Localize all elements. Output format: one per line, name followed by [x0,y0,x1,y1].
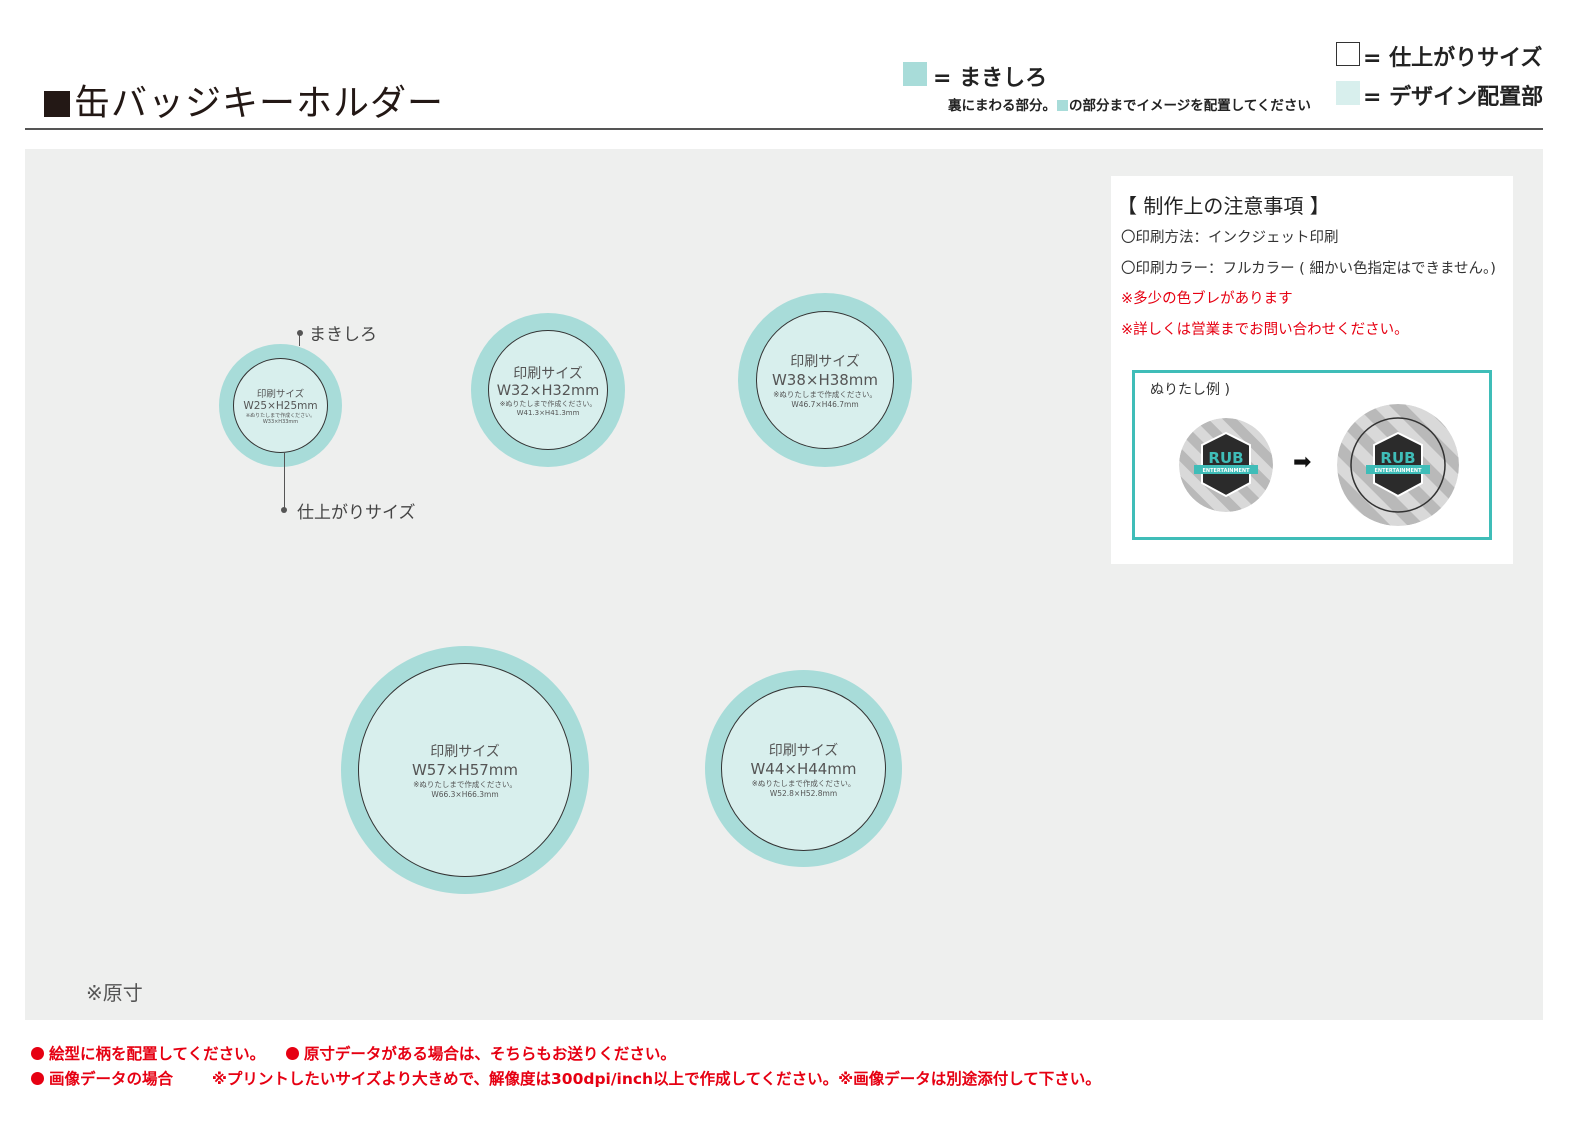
example-badge-before: RUB ENTERTAINMENT [1179,418,1273,512]
badge-25mm-size: W25×H25mm [243,400,318,412]
makishiro-swatch [903,62,927,86]
badge-32mm-note: ※ぬりたしまで作成ください。 [499,400,597,408]
bleed-example-label: ぬりたし例 ) [1150,382,1230,398]
badge-38mm-makishiro: 印刷サイズ W38×H38mm ※ぬりたしまで作成ください。 W46.7×H46… [738,293,912,467]
page-title: 缶バッジキーホルダー [44,74,444,126]
badge-38mm-label: 印刷サイズ [790,354,860,370]
footer-line-2: 画像データの場合 ※プリントしたいサイズより大きめで、解像度は300dpi/in… [31,1067,1101,1089]
badge-57mm-label: 印刷サイズ [430,744,500,760]
page-title-text: 缶バッジキーホルダー [74,83,445,124]
badge-44mm-bleed: W52.8×H52.8mm [769,788,838,798]
notes-warning-contact-sales: ※詳しくは営業までお問い合わせください。 [1121,322,1409,338]
original-size-note: ※原寸 [86,981,143,1005]
badge-32mm-finish-area: 印刷サイズ W32×H32mm ※ぬりたしまで作成ください。 W41.3×H41… [488,330,608,450]
notes-print-method: 〇印刷方法：インクジェット印刷 [1121,230,1339,246]
red-bullet-icon [31,1047,44,1060]
footer-instruction-place-design: 絵型に柄を配置してください。 [49,1045,266,1063]
header-divider [25,128,1543,130]
finish-callout-label: 仕上がりサイズ [297,503,416,523]
badge-44mm-label: 印刷サイズ [768,742,839,759]
badge-44mm-size: W44×H44mm [750,759,857,778]
footer-instruction-send-original: 原寸データがある場合は、そちらもお送りください。 [303,1045,676,1063]
badge-38mm-size: W38×H38mm [771,371,879,389]
makishiro-note-a: 裏にまわる部分。 [948,98,1056,114]
makishiro-legend-label: = まきしろ [933,66,1048,91]
badge-25mm-bleed: W33×H33mm [262,419,299,425]
makishiro-callout-dot [297,330,303,336]
example-logo-ribbon: ENTERTAINMENT [1203,468,1251,474]
makishiro-note-b: の部分までイメージを配置してください [1069,98,1311,114]
badge-57mm-note: ※ぬりたしまで作成ください。 [413,780,517,789]
badge-57mm-bleed: W66.3×H66.3mm [431,790,499,799]
arrow-right-icon: ➡ [1293,450,1312,475]
badge-44mm-finish-area: 印刷サイズ W44×H44mm ※ぬりたしまで作成ください。 W52.8×H52… [721,686,886,851]
badge-57mm-makishiro: 印刷サイズ W57×H57mm ※ぬりたしまで作成ください。 W66.3×H66… [341,646,589,894]
badge-25mm-makishiro: 印刷サイズ W25×H25mm ※ぬりたしまで作成ください。 W33×H33mm [219,344,342,467]
footer-image-data-heading: 画像データの場合 [49,1070,174,1088]
footer-image-data-instructions: ※プリントしたいサイズより大きめで、解像度は300dpi/inch以上で作成して… [211,1070,1101,1088]
badge-44mm-makishiro: 印刷サイズ W44×H44mm ※ぬりたしまで作成ください。 W52.8×H52… [705,670,902,867]
example-after-logo-ribbon: ENTERTAINMENT [1375,468,1423,474]
notes-print-color: 〇印刷カラー：フルカラー ( 細かい色指定はできません。) [1121,261,1496,277]
makishiro-callout-label: まきしろ [309,325,377,345]
badge-25mm-label: 印刷サイズ [256,389,305,400]
finish-size-legend-label: = 仕上がりサイズ [1363,46,1543,71]
red-bullet-icon [285,1047,299,1060]
notes-title: 【 制作上の注意事項 】 [1117,194,1330,218]
example-after-logo-text: RUB [1380,449,1415,467]
badge-38mm-finish-area: 印刷サイズ W38×H38mm ※ぬりたしまで作成ください。 W46.7×H46… [756,311,894,449]
badge-25mm-note: ※ぬりたしまで作成ください。 [245,413,316,419]
footer-line-1: 絵型に柄を配置してください。 原寸データがある場合は、そちらもお送りください。 [31,1042,676,1064]
design-area-legend-label: = デザイン配置部 [1363,85,1544,110]
example-logo-text: RUB [1208,449,1243,467]
finish-callout-dot [281,507,287,513]
badge-32mm-label: 印刷サイズ [513,366,583,382]
finish-size-swatch [1336,42,1360,66]
square-bullet-icon [44,91,70,117]
badge-57mm-finish-area: 印刷サイズ W57×H57mm ※ぬりたしまで作成ください。 W66.3×H66… [358,663,572,877]
badge-32mm-bleed: W41.3×H41.3mm [516,409,580,417]
badge-38mm-bleed: W46.7×H46.7mm [791,400,859,409]
badge-25mm-finish-area: 印刷サイズ W25×H25mm ※ぬりたしまで作成ください。 W33×H33mm [233,358,328,453]
makishiro-callout-line [299,333,300,346]
example-badge-after: RUB ENTERTAINMENT [1337,404,1459,526]
design-area-swatch [1336,81,1360,105]
makishiro-mini-swatch [1057,100,1068,111]
finish-callout-line [284,453,285,510]
badge-57mm-size: W57×H57mm [411,761,519,779]
badge-32mm-size: W32×H32mm [496,383,600,399]
red-bullet-icon [31,1072,44,1085]
badge-32mm-makishiro: 印刷サイズ W32×H32mm ※ぬりたしまで作成ください。 W41.3×H41… [471,313,625,467]
notes-warning-color-variation: ※多少の色ブレがあります [1121,291,1293,307]
badge-44mm-note: ※ぬりたしまで作成ください。 [751,778,856,788]
makishiro-legend-note: 裏にまわる部分。 の部分までイメージを配置してください [948,94,1311,114]
badge-38mm-note: ※ぬりたしまで作成ください。 [773,390,877,399]
